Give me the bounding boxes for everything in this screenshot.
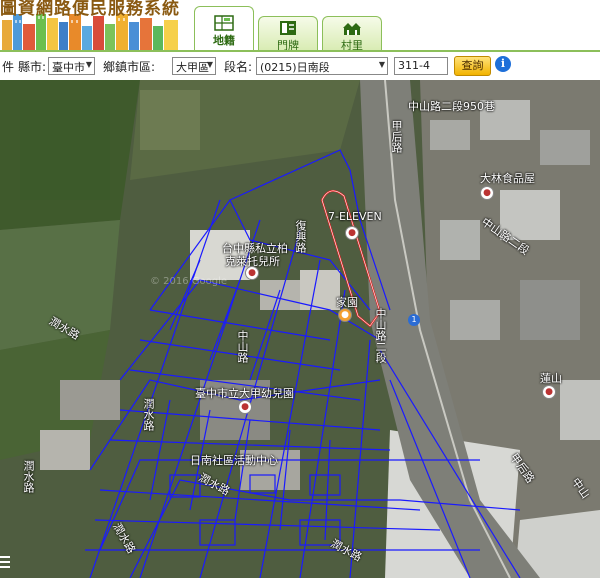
district-select[interactable]: 大甲區 xyxy=(172,57,216,75)
road-label-hushui-left2: 潤水路 xyxy=(22,460,35,493)
search-bar: 件 縣市: 臺中市 鄉鎮市區: 大甲區 段名: (0215)日南段 311-4 … xyxy=(0,50,600,80)
tab-land-parcel[interactable]: 地籍 xyxy=(194,6,254,50)
village-icon xyxy=(343,23,361,35)
road-label-ganhu-top: 甲后路 xyxy=(390,120,403,153)
poi-label-community-center: 日南社區活動中心 xyxy=(190,454,278,467)
section-select[interactable]: (0215)日南段 xyxy=(256,57,388,75)
map-icon xyxy=(214,15,234,31)
road-label-fuxing: 復興路 xyxy=(294,220,307,253)
poi-label-dalin-food: 大林食品屋 xyxy=(480,172,535,185)
map-view[interactable]: © 2016 Google 中山路二段950巷 甲后路 大林食品屋 ● 中山路二… xyxy=(0,80,600,578)
tab-village[interactable]: 村里 xyxy=(322,16,382,52)
hamburger-menu-icon[interactable] xyxy=(0,556,10,570)
road-label-zhongshan-lane-left: 中山路 xyxy=(236,330,249,363)
route-shield-icon: 1 xyxy=(408,314,420,326)
road-label-zhongshan-lane: 中山路二段 xyxy=(374,308,387,363)
map-watermark: © 2016 Google xyxy=(150,276,228,287)
poi-label-7-eleven: 7-ELEVEN xyxy=(328,210,382,223)
road-label-zhongshan-950: 中山路二段950巷 xyxy=(408,100,495,113)
temple-icon[interactable]: ● xyxy=(542,385,556,399)
satellite-imagery xyxy=(0,80,600,578)
school-icon[interactable]: ● xyxy=(245,266,259,280)
county-label: 縣市: xyxy=(18,60,47,74)
poi-label-preschool: 臺中市立大甲幼兒園 xyxy=(195,387,294,400)
tab-doorplate[interactable]: 門牌 xyxy=(258,16,318,52)
section-label: 段名: xyxy=(224,60,253,74)
road-label-hushui-vert: 潤水路 xyxy=(142,398,155,431)
parcel-number-input[interactable]: 311-4 xyxy=(394,57,448,75)
site-title: 圖資網路便民服務系統 xyxy=(0,0,180,19)
poi-label-lotus: 蓮山 xyxy=(540,372,562,385)
app-header: 圖資網路便民服務系統 地籍 門牌 村里 xyxy=(0,0,600,52)
district-label: 鄉鎮市區: xyxy=(103,60,156,74)
preschool-icon[interactable]: ● xyxy=(238,400,252,414)
county-select[interactable]: 臺中市 xyxy=(48,57,95,75)
info-icon[interactable]: i xyxy=(495,56,511,72)
tab-land-parcel-label: 地籍 xyxy=(213,34,235,47)
shop-icon[interactable]: ● xyxy=(480,186,494,200)
doorplate-icon xyxy=(280,21,296,35)
convenience-store-icon[interactable]: ● xyxy=(345,226,359,240)
restaurant-icon[interactable]: ● xyxy=(338,308,352,322)
query-button[interactable]: 查詢 xyxy=(454,56,491,76)
search-lead-text: 件 xyxy=(2,60,15,74)
